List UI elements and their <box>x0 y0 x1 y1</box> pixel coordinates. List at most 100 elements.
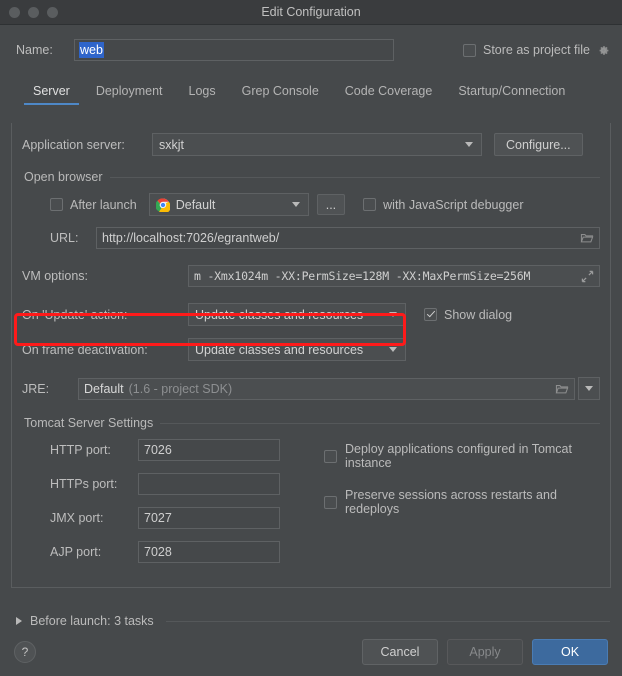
jre-row: JRE: Default (1.6 - project SDK) <box>22 377 600 400</box>
jre-value: Default <box>84 382 124 396</box>
open-browser-group-label: Open browser <box>24 170 103 184</box>
application-server-combo[interactable]: sxkjt <box>152 133 482 156</box>
tomcat-settings-group-title: Tomcat Server Settings <box>24 416 600 430</box>
on-update-action-row: On 'Update' action: Update classes and r… <box>22 303 600 326</box>
application-server-row: Application server: sxkjt Configure... <box>22 133 600 156</box>
jre-value-suffix: (1.6 - project SDK) <box>129 382 555 396</box>
tab-code-coverage[interactable]: Code Coverage <box>332 80 446 105</box>
server-settings-panel: Application server: sxkjt Configure... O… <box>11 123 611 588</box>
application-server-label: Application server: <box>22 138 152 152</box>
on-frame-deactivation-row: On frame deactivation: Update classes an… <box>22 338 600 361</box>
group-divider <box>110 177 600 178</box>
tomcat-settings-group-label: Tomcat Server Settings <box>24 416 153 430</box>
show-dialog-checkbox[interactable] <box>424 308 437 321</box>
browser-ellipsis-button[interactable]: ... <box>317 194 345 215</box>
store-as-project-file-label: Store as project file <box>483 43 590 57</box>
configure-button[interactable]: Configure... <box>494 133 583 156</box>
name-input-value: web <box>79 42 104 58</box>
ok-button[interactable]: OK <box>532 639 608 665</box>
after-launch-checkbox[interactable] <box>50 198 63 211</box>
dialog-footer: ? Cancel Apply OK <box>0 628 622 676</box>
http-port-input[interactable]: 7026 <box>138 439 280 461</box>
chevron-down-icon <box>389 312 397 317</box>
preserve-sessions-row: Preserve sessions across restarts and re… <box>324 488 600 516</box>
folder-icon[interactable] <box>580 232 594 244</box>
tab-deployment[interactable]: Deployment <box>83 80 176 105</box>
preserve-sessions-label: Preserve sessions across restarts and re… <box>345 488 600 516</box>
jre-label: JRE: <box>22 382 78 396</box>
gear-icon[interactable] <box>597 44 610 57</box>
open-browser-group-title: Open browser <box>24 170 600 184</box>
chevron-down-icon <box>585 386 593 391</box>
browser-value: Default <box>176 198 286 212</box>
before-launch-divider <box>166 621 610 622</box>
after-launch-row: After launch Default ... with JavaScript… <box>50 193 600 216</box>
tomcat-settings-body: HTTP port: 7026 HTTPs port: JMX port: 70… <box>22 439 600 573</box>
url-row: URL: http://localhost:7026/egrantweb/ <box>50 227 600 249</box>
deploy-applications-checkbox[interactable] <box>324 450 337 463</box>
on-update-action-combo[interactable]: Update classes and resources <box>188 303 406 326</box>
url-input[interactable]: http://localhost:7026/egrantweb/ <box>96 227 600 249</box>
tab-startup-connection[interactable]: Startup/Connection <box>445 80 578 105</box>
tomcat-options-column: Deploy applications configured in Tomcat… <box>324 439 600 573</box>
deploy-applications-row: Deploy applications configured in Tomcat… <box>324 442 600 470</box>
zoom-window-button[interactable] <box>47 7 58 18</box>
on-frame-deactivation-combo[interactable]: Update classes and resources <box>188 338 406 361</box>
help-button[interactable]: ? <box>14 641 36 663</box>
chevron-down-icon <box>389 347 397 352</box>
on-update-action-value: Update classes and resources <box>195 308 383 322</box>
http-port-label: HTTP port: <box>50 443 138 457</box>
js-debugger-checkbox[interactable] <box>363 198 376 211</box>
tomcat-ports-column: HTTP port: 7026 HTTPs port: JMX port: 70… <box>22 439 280 573</box>
jmx-port-value: 7027 <box>144 511 172 525</box>
cancel-button[interactable]: Cancel <box>362 639 438 665</box>
tab-bar[interactable]: Server Deployment Logs Grep Console Code… <box>0 77 622 105</box>
deploy-applications-label: Deploy applications configured in Tomcat… <box>345 442 600 470</box>
url-label: URL: <box>50 231 96 245</box>
store-as-project-file-checkbox[interactable] <box>463 44 476 57</box>
tab-grep-console[interactable]: Grep Console <box>229 80 332 105</box>
edit-configuration-dialog: Name: web Store as project file Server D… <box>0 25 622 676</box>
https-port-row: HTTPs port: <box>50 473 280 495</box>
jre-dropdown-button[interactable] <box>578 377 600 400</box>
ajp-port-label: AJP port: <box>50 545 138 559</box>
https-port-label: HTTPs port: <box>50 477 138 491</box>
apply-button[interactable]: Apply <box>447 639 523 665</box>
close-window-button[interactable] <box>9 7 20 18</box>
traffic-lights <box>9 7 58 18</box>
jre-input[interactable]: Default (1.6 - project SDK) <box>78 378 575 400</box>
url-value: http://localhost:7026/egrantweb/ <box>102 231 580 245</box>
name-label: Name: <box>16 43 74 57</box>
before-launch-row[interactable]: Before launch: 3 tasks <box>16 614 610 628</box>
on-update-action-label: On 'Update' action: <box>22 308 188 322</box>
chevron-down-icon <box>292 202 300 207</box>
tab-logs[interactable]: Logs <box>176 80 229 105</box>
vm-options-value: m -Xmx1024m -XX:PermSize=128M -XX:MaxPer… <box>194 269 581 283</box>
expand-icon[interactable] <box>581 270 594 283</box>
jmx-port-label: JMX port: <box>50 511 138 525</box>
name-input[interactable]: web <box>74 39 394 61</box>
footer-buttons: Cancel Apply OK <box>362 639 608 665</box>
minimize-window-button[interactable] <box>28 7 39 18</box>
https-port-input[interactable] <box>138 473 280 495</box>
tab-server[interactable]: Server <box>20 80 83 105</box>
application-server-value: sxkjt <box>159 138 459 152</box>
on-frame-deactivation-label: On frame deactivation: <box>22 343 188 357</box>
jmx-port-input[interactable]: 7027 <box>138 507 280 529</box>
vm-options-input[interactable]: m -Xmx1024m -XX:PermSize=128M -XX:MaxPer… <box>188 265 600 287</box>
window-titlebar: Edit Configuration <box>0 0 622 25</box>
ajp-port-input[interactable]: 7028 <box>138 541 280 563</box>
chevron-down-icon <box>465 142 473 147</box>
preserve-sessions-checkbox[interactable] <box>324 496 337 509</box>
on-frame-deactivation-value: Update classes and resources <box>195 343 383 357</box>
http-port-row: HTTP port: 7026 <box>50 439 280 461</box>
vm-options-label: VM options: <box>22 269 188 283</box>
browser-combo[interactable]: Default <box>149 193 309 216</box>
window-title: Edit Configuration <box>0 5 622 19</box>
http-port-value: 7026 <box>144 443 172 457</box>
store-as-project-file-row[interactable]: Store as project file <box>463 43 610 57</box>
expand-triangle-icon[interactable] <box>16 617 22 625</box>
jmx-port-row: JMX port: 7027 <box>50 507 280 529</box>
folder-icon[interactable] <box>555 383 569 395</box>
ajp-port-row: AJP port: 7028 <box>50 541 280 563</box>
